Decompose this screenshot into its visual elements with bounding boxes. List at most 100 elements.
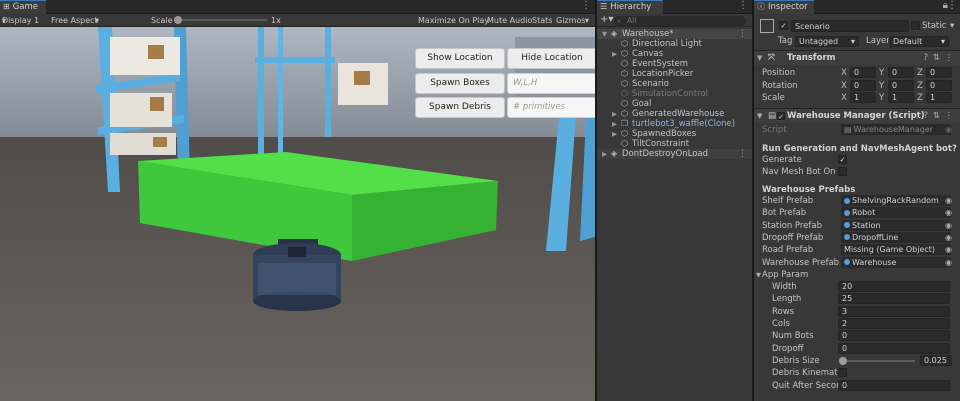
help-icon[interactable]: ? [923, 109, 928, 124]
scale-slider-handle[interactable] [174, 16, 182, 24]
axis-x-label[interactable]: X [841, 92, 847, 104]
hierarchy-item-generatedwarehouse[interactable]: ▶ ⬡ GeneratedWarehouse [597, 109, 752, 119]
maximize-on-play-toggle[interactable]: Maximize On Play [418, 14, 489, 27]
hierarchy-item-spawnedboxes[interactable]: ▶ ⬡ SpawnedBoxes [597, 129, 752, 139]
transform-scale-x-field[interactable]: 1 [850, 92, 876, 103]
mute-audio-toggle[interactable]: Mute Audio [487, 14, 532, 27]
hierarchy-search-input[interactable]: ⌕ All [614, 16, 746, 26]
hierarchy-item-locationpicker[interactable]: ⬡ LocationPicker [597, 69, 752, 79]
object-picker-icon[interactable]: ◉ [945, 257, 952, 269]
display-dropdown[interactable]: Display 1 ▾ [2, 14, 39, 27]
prefab-object-field[interactable]: Warehouse [841, 256, 951, 268]
transform-header[interactable]: ▼ ⤧ Transform ? ⇅ ⋮ [754, 50, 960, 65]
hierarchy-tab[interactable]: ☰ Hierarchy [597, 0, 663, 14]
app-param-field[interactable]: 2 [838, 317, 950, 329]
prefab-object-field[interactable]: DropoffLine [841, 231, 951, 243]
collapsed-arrow-icon[interactable]: ▶ [612, 119, 617, 129]
script-enabled-checkbox[interactable]: ✓ [777, 112, 785, 121]
game-tab-menu-icon[interactable]: ⋮ [581, 0, 591, 14]
primitives-count-input[interactable]: # primitives [507, 97, 595, 118]
hierarchy-tab-menu-icon[interactable]: ⋮ [738, 0, 748, 14]
preset-icon[interactable]: ⇅ [933, 51, 940, 66]
transform-rotation-z-field[interactable]: 0 [926, 79, 952, 91]
object-picker-icon[interactable]: ◉ [945, 244, 952, 256]
transform-rotation-x-field[interactable]: 0 [850, 79, 876, 91]
axis-y-label[interactable]: Y [879, 80, 884, 92]
axis-y-label[interactable]: Y [879, 67, 884, 79]
collapsed-arrow-icon[interactable]: ▶ [612, 109, 617, 119]
expanded-arrow-icon[interactable]: ▼ [602, 29, 607, 39]
generate-checkbox[interactable]: ✓ [838, 155, 847, 164]
hierarchy-item-simulationcontrol[interactable]: ⬡ SimulationControl [597, 89, 752, 99]
spawn-boxes-button[interactable]: Spawn Boxes [415, 73, 505, 94]
hierarchy-item-tiltconstraint[interactable]: ⬡ TiltConstraint [597, 139, 752, 149]
scene-menu-icon[interactable]: ⋮ [738, 29, 747, 39]
scale-slider-track[interactable] [175, 19, 267, 21]
inspector-tab[interactable]: ⓘ Inspector [754, 0, 814, 14]
hierarchy-item-canvas[interactable]: ▶ ⬡ Canvas [597, 49, 752, 59]
app-param-field[interactable]: 3 [838, 305, 950, 317]
hierarchy-item-warehouse[interactable]: ▼ ◈ Warehouse* ⋮ [597, 29, 752, 39]
create-plus-icon[interactable]: +▾ [600, 14, 613, 26]
hierarchy-item-turtlebot3-waffle-clone[interactable]: ▶ ❒ turtlebot3_waffle(Clone) [597, 119, 752, 129]
transform-position-z-field[interactable]: 0 [926, 67, 952, 78]
navmesh-checkbox[interactable] [838, 167, 847, 176]
hierarchy-item-scenario[interactable]: ⬡ Scenario [597, 79, 752, 89]
object-picker-icon[interactable]: ◉ [945, 207, 952, 219]
collapsed-arrow-icon[interactable]: ▶ [612, 49, 617, 59]
game-tab[interactable]: ⊞ Game [0, 0, 46, 14]
transform-scale-y-field[interactable]: 1 [888, 92, 914, 103]
game-render-viewport[interactable]: Show Location Hide Location Spawn Boxes … [0, 27, 595, 401]
prefab-object-field[interactable]: Missing (Game Object) [841, 244, 951, 256]
app-param-row[interactable]: ▼ App Param [754, 269, 960, 281]
transform-position-x-field[interactable]: 0 [850, 67, 876, 78]
axis-y-label[interactable]: Y [879, 92, 884, 104]
gizmos-dropdown-icon[interactable]: ▾ [585, 14, 589, 27]
box-dimensions-input[interactable]: W,L,H [507, 73, 595, 94]
prefab-object-field[interactable]: ShelvingRackRandom [841, 195, 951, 206]
collapsed-arrow-icon[interactable]: ▶ [612, 129, 617, 139]
show-location-button[interactable]: Show Location [415, 48, 505, 69]
prefab-object-field[interactable]: Station [841, 219, 951, 231]
object-name-field[interactable]: Scenario [791, 20, 909, 32]
app-param-field[interactable]: 0 [838, 342, 950, 354]
component-menu-icon[interactable]: ⋮ [945, 51, 954, 66]
debris-size-slider-track[interactable] [841, 360, 915, 362]
axis-z-label[interactable]: Z [917, 67, 923, 79]
layer-dropdown[interactable]: Default ▾ [889, 36, 949, 47]
inspector-tab-menu-icon[interactable]: ⋮ [947, 0, 957, 14]
debris-size-field[interactable]: 0.025 [920, 355, 952, 366]
static-dropdown-icon[interactable]: ▾ [950, 20, 954, 32]
hierarchy-item-dontdestroyonload[interactable]: ▶ ◈ DontDestroyOnLoad ⋮ [597, 149, 752, 159]
spawn-debris-button[interactable]: Spawn Debris [415, 97, 505, 118]
app-param-field[interactable]: 20 [838, 281, 950, 292]
preset-icon[interactable]: ⇅ [933, 109, 940, 124]
axis-x-label[interactable]: X [841, 67, 847, 79]
transform-rotation-y-field[interactable]: 0 [888, 79, 914, 91]
gizmos-toggle[interactable]: Gizmos [556, 14, 585, 27]
debris-kinematic-checkbox[interactable] [838, 368, 847, 377]
scene-menu-icon[interactable]: ⋮ [738, 149, 747, 159]
stats-toggle[interactable]: Stats [532, 14, 552, 27]
hierarchy-item-eventsystem[interactable]: ⬡ EventSystem [597, 59, 752, 69]
axis-x-label[interactable]: X [841, 80, 847, 92]
app-param-field[interactable]: 0 [838, 330, 950, 342]
debris-size-slider-handle[interactable] [838, 357, 847, 365]
axis-z-label[interactable]: Z [917, 80, 923, 92]
tag-dropdown[interactable]: Untagged ▾ [795, 36, 859, 47]
help-icon[interactable]: ? [923, 51, 928, 66]
static-checkbox[interactable] [911, 21, 920, 30]
object-picker-icon[interactable]: ◉ [945, 220, 952, 232]
object-picker-icon[interactable]: ◉ [945, 232, 952, 244]
hierarchy-item-directional-light[interactable]: ⬡ Directional Light [597, 39, 752, 49]
active-checkbox[interactable]: ✓ [779, 21, 788, 30]
script-field[interactable]: ▤ WarehouseManager [841, 124, 951, 135]
axis-z-label[interactable]: Z [917, 92, 923, 104]
transform-position-y-field[interactable]: 0 [888, 67, 914, 78]
app-param-field[interactable]: 25 [838, 293, 950, 305]
hierarchy-item-goal[interactable]: ⬡ Goal [597, 99, 752, 109]
component-menu-icon[interactable]: ⋮ [945, 109, 954, 124]
quit-after-field[interactable]: 0 [838, 380, 950, 391]
transform-scale-z-field[interactable]: 1 [926, 92, 952, 103]
object-picker-icon[interactable]: ◉ [945, 195, 952, 207]
